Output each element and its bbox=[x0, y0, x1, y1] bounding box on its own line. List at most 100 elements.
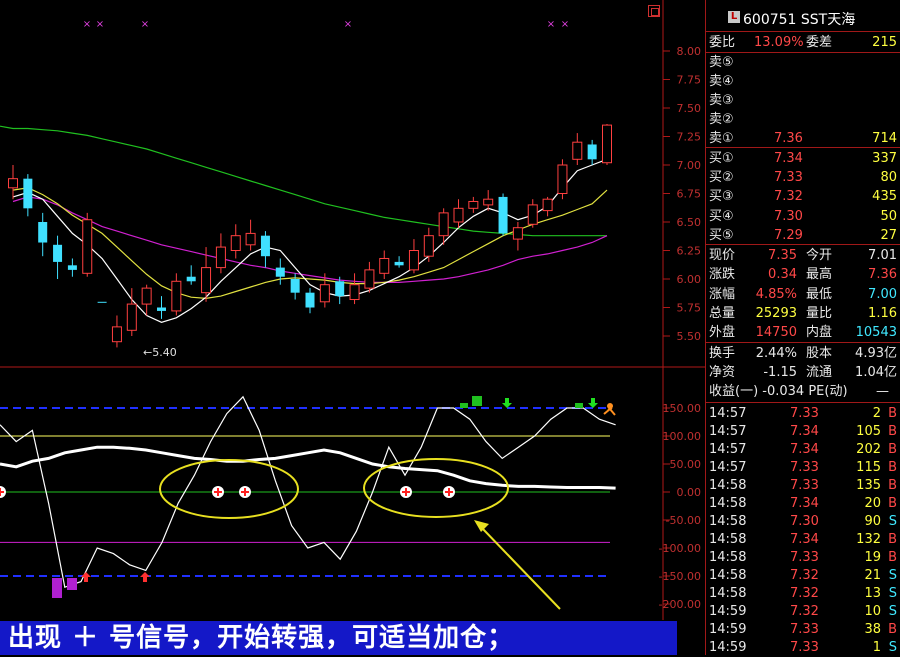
candle-body bbox=[111, 326, 122, 343]
stat-value: 7.36 bbox=[868, 267, 897, 283]
tick-side: S bbox=[888, 604, 897, 619]
indicator-tick-label: 0.00 bbox=[677, 486, 702, 499]
indicator-tick-label: -200.00 bbox=[659, 598, 701, 611]
bid-price: 7.32 bbox=[774, 189, 803, 205]
info-value: 4.93亿 bbox=[855, 346, 897, 361]
tick-time: 14:57 bbox=[709, 406, 747, 421]
price-tick-label: 8.00 bbox=[677, 45, 702, 58]
price-tick-label: 6.75 bbox=[677, 188, 702, 201]
price-tick-label: 7.00 bbox=[677, 159, 702, 172]
stat-value: 1.16 bbox=[868, 305, 897, 321]
bid-price: 7.29 bbox=[774, 227, 803, 243]
tick-volume: 90 bbox=[864, 514, 881, 529]
tick-volume: 10 bbox=[864, 604, 881, 619]
candle-body bbox=[8, 178, 18, 189]
ask-row: 卖① 7.36 714 bbox=[706, 129, 900, 148]
stat-value: 7.01 bbox=[868, 248, 897, 263]
market-logo: L bbox=[728, 11, 740, 23]
tick-time: 14:58 bbox=[709, 532, 747, 547]
pointer-arrow-shaft bbox=[481, 527, 561, 610]
tick-row: 14:57 7.33 115 B bbox=[706, 458, 900, 477]
stat-label: 涨跌 bbox=[709, 267, 736, 283]
candle-body bbox=[126, 303, 137, 331]
candle-body bbox=[438, 212, 449, 237]
tick-price: 7.32 bbox=[790, 604, 819, 619]
tick-row: 14:58 7.33 135 B bbox=[706, 476, 900, 495]
tick-row: 14:58 7.32 13 S bbox=[706, 584, 900, 603]
candle-body bbox=[423, 235, 434, 257]
bid-label: 买① bbox=[709, 151, 734, 166]
overbought-bar bbox=[472, 396, 482, 406]
stat-row: 现价 7.35 今开 7.01 bbox=[706, 246, 900, 265]
signal-x-mark: × bbox=[141, 19, 149, 30]
tick-time: 14:59 bbox=[709, 640, 747, 655]
weicha-value: 215 bbox=[872, 35, 897, 50]
tick-price: 7.33 bbox=[790, 550, 819, 565]
tick-side: B bbox=[888, 478, 897, 493]
candle-body bbox=[260, 235, 270, 257]
info-value: 2.44% bbox=[755, 346, 797, 361]
price-tick-label: 7.25 bbox=[677, 131, 702, 144]
candle-body bbox=[602, 124, 612, 164]
tick-row: 14:59 7.33 38 B bbox=[706, 620, 900, 639]
quote-panel: L 600751 SST天海 委比 13.09% 委差 215 卖⑤ 卖④ 卖③ 卖②… bbox=[705, 0, 900, 655]
stat-label: 外盘 bbox=[709, 325, 736, 341]
bid-label: 买② bbox=[709, 170, 734, 186]
candle-body bbox=[141, 287, 152, 305]
tick-price: 7.30 bbox=[790, 514, 819, 529]
candle-body bbox=[23, 178, 33, 209]
candle-body bbox=[394, 261, 404, 266]
tick-side: S bbox=[888, 640, 897, 655]
candle-body bbox=[483, 198, 494, 206]
ask-label: 卖② bbox=[709, 112, 734, 127]
shouyi-row: 收益(一) -0.034 PE(动) — bbox=[706, 382, 900, 401]
bid-price: 7.34 bbox=[774, 151, 803, 166]
candle-body bbox=[82, 219, 93, 274]
stat-label: 今开 bbox=[806, 248, 833, 263]
tick-volume: 19 bbox=[864, 550, 881, 565]
price-tick-label: 6.50 bbox=[677, 216, 702, 229]
stock-title[interactable]: 600751 SST天海 bbox=[743, 9, 855, 29]
indicator-tick-label: 150.00 bbox=[663, 402, 702, 415]
bid-volume: 50 bbox=[880, 208, 897, 224]
candle-body bbox=[157, 307, 166, 311]
tick-time: 14:58 bbox=[709, 568, 747, 583]
tick-row: 14:57 7.34 105 B bbox=[706, 422, 900, 441]
indicator-tick-label: 50.00 bbox=[670, 458, 702, 471]
stat-row: 涨跌 0.34 最高 7.36 bbox=[706, 265, 900, 284]
tick-side: B bbox=[888, 622, 897, 637]
ask-price: 7.36 bbox=[774, 131, 803, 146]
candle-body bbox=[468, 200, 479, 209]
tick-side: B bbox=[888, 496, 897, 511]
candle-body bbox=[349, 284, 360, 301]
tick-price: 7.34 bbox=[790, 424, 819, 439]
signal-x-mark: × bbox=[96, 19, 104, 30]
tick-time: 14:59 bbox=[709, 622, 747, 637]
ask-volume: 714 bbox=[872, 131, 897, 146]
stat-row: 涨幅 4.85% 最低 7.00 bbox=[706, 285, 900, 304]
ask-label: 卖④ bbox=[709, 74, 734, 89]
runner-icon-body bbox=[603, 407, 616, 416]
info-row: 换手 2.44% 股本 4.93亿 bbox=[706, 344, 900, 363]
stat-label: 量比 bbox=[806, 305, 833, 321]
info-row: 净资 -1.15 流通 1.04亿 bbox=[706, 363, 900, 382]
tick-time: 14:57 bbox=[709, 460, 747, 475]
tick-row: 14:59 7.32 10 S bbox=[706, 602, 900, 621]
stat-value: 4.85% bbox=[755, 286, 797, 302]
tick-time: 14:58 bbox=[709, 496, 747, 511]
candle-body bbox=[527, 204, 538, 225]
tick-time: 14:59 bbox=[709, 604, 747, 619]
close-icon[interactable] bbox=[648, 5, 660, 17]
indicator-tick-label: 100.00 bbox=[663, 430, 702, 443]
highlight-ellipse-right bbox=[363, 458, 509, 518]
bid-label: 买④ bbox=[709, 208, 734, 224]
stat-label: 最高 bbox=[806, 267, 833, 283]
candle-body bbox=[186, 276, 196, 282]
signal-x-mark: × bbox=[547, 19, 555, 30]
candle-body bbox=[364, 269, 375, 289]
candle-body bbox=[97, 301, 107, 303]
tick-volume: 2 bbox=[872, 406, 881, 421]
weibi-row: 委比 13.09% 委差 215 bbox=[706, 33, 900, 52]
stat-value: 7.35 bbox=[768, 248, 797, 263]
tick-price: 7.33 bbox=[790, 622, 819, 637]
